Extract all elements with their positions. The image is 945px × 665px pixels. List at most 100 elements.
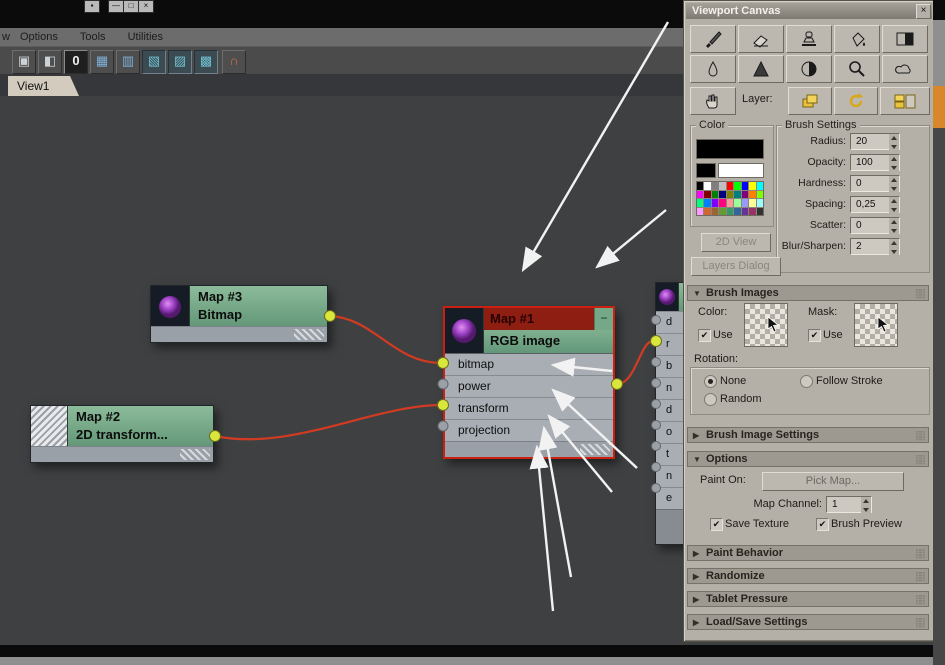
brush-preview-checkbox[interactable]: ✔ (816, 518, 829, 531)
palette-swatch[interactable] (719, 207, 726, 215)
brush-tool-button[interactable] (690, 25, 736, 53)
blur-sharpen-spinner[interactable]: 2 (850, 238, 900, 256)
clone-stamp-tool-button[interactable] (786, 25, 832, 53)
spinner-arrows-icon[interactable] (889, 176, 899, 193)
menu-item-utilities[interactable]: Utilities (128, 31, 163, 43)
map-channel-spinner[interactable]: 1 (826, 496, 872, 514)
palette-swatch[interactable] (734, 199, 741, 207)
2d-view-button[interactable]: 2D View (701, 233, 771, 252)
sharpen-tool-button[interactable] (738, 55, 784, 83)
map1-footer[interactable] (445, 441, 613, 457)
layers-dialog-button[interactable]: Layers Dialog (691, 257, 781, 276)
magnet-icon[interactable]: ∩ (222, 50, 246, 74)
grid-blue-icon[interactable]: ▦ (90, 50, 114, 74)
dodge-burn-tool-button[interactable] (786, 55, 832, 83)
rollout-brush-image-settings[interactable]: ▶ Brush Image Settings ⣿⣿ (687, 427, 929, 443)
palette-swatch[interactable] (711, 207, 719, 215)
hardness-spinner[interactable]: 0 (850, 175, 900, 193)
map3-footer[interactable] (151, 326, 327, 342)
palette-swatch[interactable] (741, 190, 749, 198)
opacity-spinner[interactable]: 100 (850, 154, 900, 172)
node-preview-icon[interactable]: ▣ (12, 50, 36, 74)
palette-swatch[interactable] (734, 190, 741, 198)
panel-title[interactable]: Viewport Canvas (686, 3, 932, 19)
palette-swatch[interactable] (697, 207, 704, 215)
rotation-none-radio[interactable] (704, 375, 717, 388)
brush-color-image-swatch[interactable] (744, 303, 788, 347)
palette-swatch[interactable] (756, 199, 763, 207)
zero-badge-icon[interactable]: 0 (64, 50, 88, 74)
scatter-spinner[interactable]: 0 (850, 217, 900, 235)
palette-swatch[interactable] (726, 199, 734, 207)
palette-swatch[interactable] (749, 199, 756, 207)
layout-left-icon[interactable]: ▧ (142, 50, 166, 74)
menu-item-options[interactable]: Options (20, 31, 58, 43)
palette-swatch[interactable] (711, 199, 719, 207)
right-edge-scroll[interactable] (933, 20, 945, 86)
gradient-tool-button[interactable] (882, 25, 928, 53)
spacing-spinner[interactable]: 0,25 (850, 196, 900, 214)
node-map3[interactable]: Map #3 Bitmap (150, 285, 328, 343)
node-collapse-button[interactable]: − (594, 308, 613, 330)
palette-swatch[interactable] (741, 199, 749, 207)
resize-grip-icon[interactable] (180, 449, 210, 460)
palette-swatch[interactable] (741, 207, 749, 215)
use-color-checkbox[interactable]: ✔ (698, 329, 711, 342)
node-map1[interactable]: Map #1 − RGB image bitmap power transfor… (443, 306, 615, 459)
spinner-arrows-icon[interactable] (889, 197, 899, 214)
resize-grip-icon[interactable] (580, 444, 610, 455)
primary-color-swatch[interactable] (696, 139, 764, 159)
titlebar-close-button[interactable]: × (138, 0, 154, 13)
zoom-tool-button[interactable] (834, 55, 880, 83)
rollout-tablet-pressure[interactable]: ▶ Tablet Pressure ⣿⣿ (687, 591, 929, 607)
node-frame-icon[interactable]: ◧ (38, 50, 62, 74)
rollout-brush-images[interactable]: ▼ Brush Images ⣿⣿ (687, 285, 929, 301)
layer-stack-button[interactable] (880, 87, 930, 115)
spinner-arrows-icon[interactable] (861, 497, 871, 514)
fill-tool-button[interactable] (834, 25, 880, 53)
palette-swatch[interactable] (749, 207, 756, 215)
palette-swatch[interactable] (719, 190, 726, 198)
pick-map-button[interactable]: Pick Map... (762, 472, 904, 491)
rollout-options[interactable]: ▼ Options ⣿⣿ (687, 451, 929, 467)
radius-spinner[interactable]: 20 (850, 133, 900, 151)
palette-swatch[interactable] (749, 182, 756, 190)
blur-tool-button[interactable] (690, 55, 736, 83)
use-mask-checkbox[interactable]: ✔ (808, 329, 821, 342)
panel-close-button[interactable]: × (916, 4, 931, 19)
node-map2[interactable]: Map #2 2D transform... (30, 405, 214, 463)
palette-swatch[interactable] (719, 182, 726, 190)
save-texture-checkbox[interactable]: ✔ (710, 518, 723, 531)
slot-projection[interactable]: projection (445, 419, 613, 441)
palette-swatch[interactable] (726, 190, 734, 198)
pan-tool-button[interactable] (690, 87, 736, 115)
right-edge-orange-tool[interactable] (933, 86, 945, 128)
titlebar-maximize-button[interactable]: □ (123, 0, 139, 13)
eraser-tool-button[interactable] (738, 25, 784, 53)
palette-swatch[interactable] (756, 207, 763, 215)
layout-right-icon[interactable]: ▨ (168, 50, 192, 74)
palette-swatch[interactable] (704, 182, 711, 190)
rollout-paint-behavior[interactable]: ▶ Paint Behavior ⣿⣿ (687, 545, 929, 561)
rotate-layer-button[interactable] (834, 87, 878, 115)
tab-view1[interactable]: View1 (8, 76, 79, 96)
palette-swatch[interactable] (756, 190, 763, 198)
palette-swatch[interactable] (697, 199, 704, 207)
palette-swatch[interactable] (734, 182, 741, 190)
map2-footer[interactable] (31, 446, 213, 462)
layout-grid-icon[interactable]: ▩ (194, 50, 218, 74)
titlebar-button-1[interactable]: ▪ (84, 0, 100, 13)
palette-swatch[interactable] (697, 182, 704, 190)
smudge-tool-button[interactable] (882, 55, 928, 83)
palette-swatch[interactable] (734, 207, 741, 215)
slot-power[interactable]: power (445, 375, 613, 397)
palette-swatch[interactable] (741, 182, 749, 190)
spinner-arrows-icon[interactable] (889, 155, 899, 172)
add-layer-button[interactable] (788, 87, 832, 115)
spinner-arrows-icon[interactable] (889, 218, 899, 235)
slot-transform[interactable]: transform (445, 397, 613, 419)
palette-swatch[interactable] (704, 190, 711, 198)
palette-swatch[interactable] (704, 207, 711, 215)
brush-mask-image-swatch[interactable] (854, 303, 898, 347)
palette-swatch[interactable] (704, 199, 711, 207)
